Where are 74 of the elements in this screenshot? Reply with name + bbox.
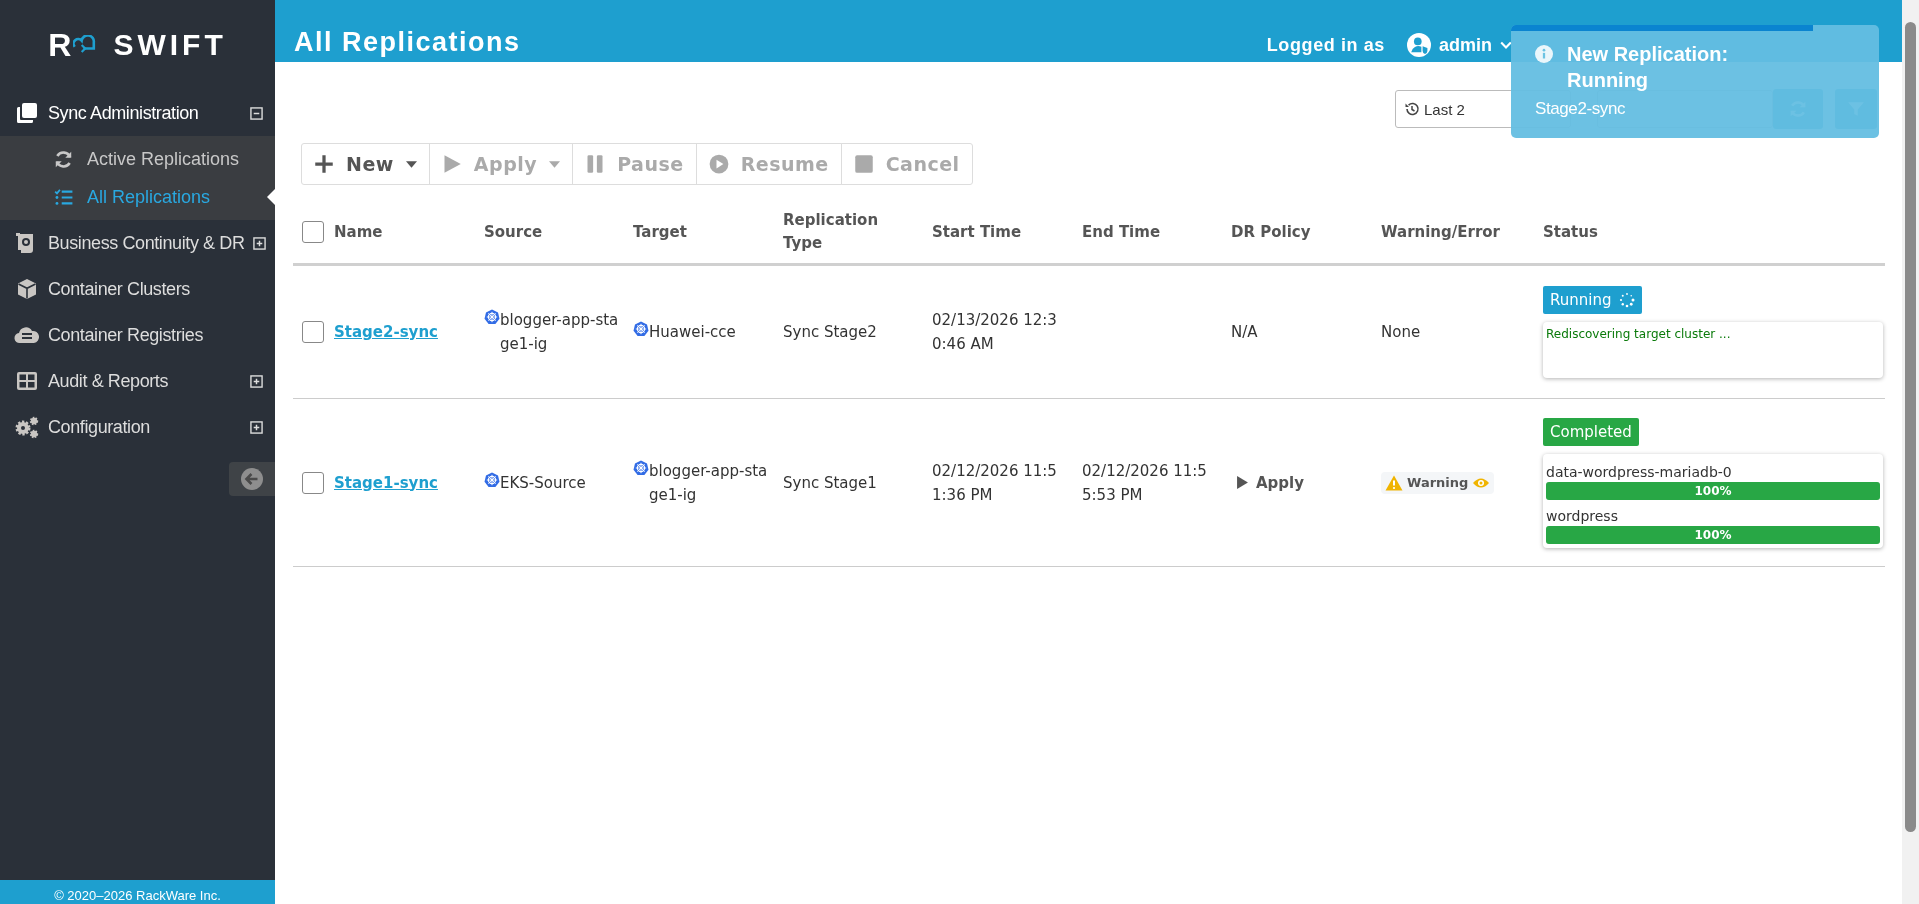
- select-all-checkbox[interactable]: [302, 221, 324, 243]
- logged-in-label: Logged in as: [1266, 34, 1385, 56]
- column-header: Name: [334, 221, 383, 243]
- column-header: Start Time: [932, 221, 1022, 243]
- column-header: Source: [484, 221, 543, 243]
- end-time-text: 02/12/2026 11:55:53 PM: [1082, 460, 1208, 506]
- logo-text: SWIFT: [113, 28, 227, 62]
- warning-text: None: [1381, 322, 1421, 343]
- progress-reading: 100%: [1693, 482, 1733, 500]
- status-message: Rediscovering target cluster ...: [1546, 326, 1732, 342]
- nav-subitem[interactable]: Active Replications: [0, 140, 275, 178]
- nav-item[interactable]: Business Continuity & DR: [0, 220, 275, 266]
- info-icon: [1535, 45, 1553, 63]
- volume-name: wordpress: [1546, 506, 1619, 526]
- toolbar-button[interactable]: New: [301, 143, 430, 185]
- page-title: All Replications: [294, 27, 521, 58]
- pause-icon: [585, 154, 606, 174]
- active-pointer-icon: [267, 189, 275, 205]
- kubernetes-icon: [633, 459, 649, 476]
- column-header: End Time: [1082, 221, 1161, 243]
- scrollbar[interactable]: [1902, 0, 1919, 904]
- row-checkbox[interactable]: [302, 471, 324, 494]
- volume-name: data-wordpress-mariadb-0: [1546, 462, 1733, 482]
- arrow-left-icon: [241, 468, 263, 490]
- start-time-text: 02/12/2026 11:51:36 PM: [932, 460, 1058, 506]
- column-header: DR Policy: [1231, 221, 1311, 243]
- nav-subitem[interactable]: All Replications: [0, 178, 275, 216]
- expand-icon[interactable]: [250, 374, 263, 388]
- copyright-text: © 2020–2026 RackWare Inc.: [54, 888, 221, 904]
- plus-icon: [314, 154, 334, 174]
- nav-item[interactable]: Audit & Reports: [0, 358, 275, 404]
- stop-icon: [853, 154, 874, 174]
- target-text: Huawei-cce: [649, 322, 736, 343]
- warning-icon: [1385, 474, 1403, 491]
- kubernetes-icon: [484, 309, 500, 325]
- history-icon: [1404, 101, 1420, 117]
- dr-policy-text: N/A: [1231, 322, 1258, 343]
- copy-icon: [14, 101, 40, 125]
- play-icon: [1237, 476, 1248, 489]
- play-circle-icon: [708, 154, 729, 174]
- status-badge: Completed: [1543, 417, 1639, 446]
- user-shield-icon: [1407, 33, 1431, 57]
- apply-button[interactable]: Apply: [1231, 470, 1310, 495]
- list-check-icon: [54, 187, 73, 207]
- collapse-icon[interactable]: [250, 106, 263, 120]
- column-header: Replication Type: [783, 210, 880, 254]
- kubernetes-icon: [484, 471, 500, 488]
- nav-item[interactable]: Container Registries: [0, 312, 275, 358]
- refresh-icon: [54, 149, 73, 169]
- nav-item[interactable]: Sync Administration: [0, 90, 275, 136]
- gears-icon: [14, 415, 40, 439]
- nav-item[interactable]: Container Clusters: [0, 266, 275, 312]
- expand-icon[interactable]: [252, 236, 266, 250]
- start-time-text: 02/13/2026 12:30:46 AM: [932, 310, 1058, 355]
- column-header: Target: [633, 221, 687, 243]
- collapse-sidebar-button[interactable]: [229, 462, 275, 496]
- source-text: blogger-app-stage1-ig: [500, 310, 619, 355]
- row-checkbox[interactable]: [302, 321, 324, 343]
- chevron-down-icon: [1500, 41, 1512, 49]
- status-badge: Running: [1543, 286, 1643, 314]
- source-text: EKS-Source: [500, 472, 586, 494]
- logo-mark: R: [48, 26, 72, 64]
- column-header: Status: [1543, 221, 1598, 243]
- type-text: Sync Stage1: [783, 472, 877, 494]
- type-text: Sync Stage2: [783, 322, 877, 343]
- column-header: Warning/Error: [1381, 221, 1500, 243]
- target-text: blogger-app-stage1-ig: [649, 460, 769, 506]
- expand-icon[interactable]: [250, 420, 263, 434]
- table-icon: [14, 369, 40, 393]
- kubernetes-icon: [633, 321, 649, 337]
- progress-reading: 100%: [1693, 526, 1733, 544]
- warning-button[interactable]: Warning: [1381, 471, 1495, 494]
- toast-title: New Replication: Running: [1567, 42, 1730, 93]
- nav-item[interactable]: Configuration: [0, 404, 275, 450]
